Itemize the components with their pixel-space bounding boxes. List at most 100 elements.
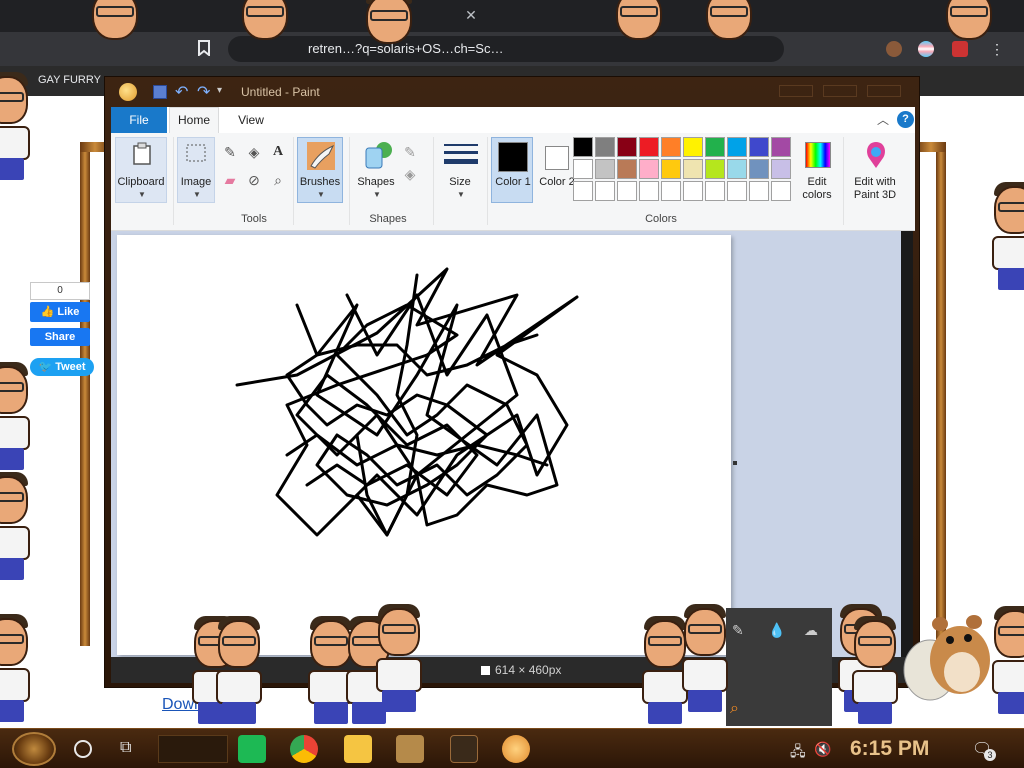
magnifier-icon[interactable]: ⌕ xyxy=(269,171,287,189)
tray-icon-cloud[interactable]: ☁ xyxy=(804,622,818,639)
fill-shape-icon[interactable]: ◈ xyxy=(401,165,419,183)
vertical-scrollbar[interactable] xyxy=(901,231,913,657)
quick-access-menu-icon[interactable]: ▾ xyxy=(217,85,222,96)
palette-swatch[interactable] xyxy=(573,137,593,157)
chevron-down-icon: ▼ xyxy=(317,190,325,199)
paint-icon[interactable] xyxy=(502,735,530,763)
palette-swatch[interactable] xyxy=(705,159,725,179)
volume-muted-icon[interactable]: 🔇 xyxy=(814,741,831,758)
palette-swatch[interactable] xyxy=(705,137,725,157)
color1-swatch xyxy=(498,142,528,172)
palette-swatch[interactable] xyxy=(595,181,615,201)
palette-swatch[interactable] xyxy=(595,159,615,179)
palette-swatch[interactable] xyxy=(617,181,637,201)
color1-button[interactable]: Color 1 xyxy=(491,137,533,203)
save-icon[interactable] xyxy=(153,85,167,99)
tweet-button[interactable]: 🐦 Tweet xyxy=(30,358,94,376)
palette-swatch[interactable] xyxy=(727,181,747,201)
palette-swatch[interactable] xyxy=(749,159,769,179)
size-button[interactable]: Size ▼ xyxy=(437,137,483,203)
palette-swatch[interactable] xyxy=(683,137,703,157)
palette-swatch[interactable] xyxy=(639,137,659,157)
close-button[interactable] xyxy=(867,85,901,97)
spotify-like-app-icon[interactable] xyxy=(238,735,266,763)
cortana-button[interactable] xyxy=(74,740,92,758)
palette-swatch[interactable] xyxy=(639,181,659,201)
bookmark-icon[interactable] xyxy=(198,40,214,58)
edit-colors-button[interactable]: Edit colors xyxy=(795,137,839,203)
palette-swatch[interactable] xyxy=(573,159,593,179)
palette-swatch[interactable] xyxy=(683,159,703,179)
tray-icon-drop[interactable]: 💧 xyxy=(768,622,785,639)
cartoon-character xyxy=(0,612,36,722)
hamster-image xyxy=(903,615,990,701)
palette-swatch[interactable] xyxy=(617,137,637,157)
shapes-button[interactable]: Shapes ▼ xyxy=(353,137,399,203)
cartoon-character xyxy=(370,602,428,712)
eraser-icon[interactable]: ▰ xyxy=(221,171,239,189)
image-button[interactable]: Image ▼ xyxy=(177,137,215,203)
palette-swatch[interactable] xyxy=(595,137,615,157)
palette-swatch[interactable] xyxy=(617,159,637,179)
collapse-ribbon-icon[interactable]: ︿ xyxy=(877,111,889,128)
group-separator xyxy=(349,137,350,225)
drawing-canvas[interactable] xyxy=(117,235,731,655)
color2-swatch xyxy=(545,146,569,170)
share-button[interactable]: Share xyxy=(30,328,90,346)
outline-icon[interactable]: ✎ xyxy=(401,143,419,161)
maximize-button[interactable] xyxy=(823,85,857,97)
taskbar: ⧉ 🖧 🔇 6:15 PM 🗨 3 xyxy=(0,728,1024,768)
palette-swatch[interactable] xyxy=(661,181,681,201)
paint-titlebar[interactable]: ↶ ↷ ▾ Untitled - Paint xyxy=(105,77,919,107)
palette-swatch[interactable] xyxy=(683,181,703,201)
palette-swatch[interactable] xyxy=(771,159,791,179)
palette-swatch[interactable] xyxy=(661,159,681,179)
app-icon[interactable] xyxy=(396,735,424,763)
color-picker-icon[interactable]: ⊘ xyxy=(245,171,263,189)
tab-file[interactable]: File xyxy=(111,107,167,133)
clock[interactable]: 6:15 PM xyxy=(850,737,929,761)
tab-view[interactable]: View xyxy=(231,107,271,133)
pencil-icon[interactable]: ✎ xyxy=(221,143,239,161)
help-icon[interactable]: ? xyxy=(897,111,914,128)
task-view-icon[interactable]: ⧉ xyxy=(120,739,131,757)
palette-swatch[interactable] xyxy=(727,159,747,179)
taskbar-search-area[interactable] xyxy=(158,735,228,763)
fill-icon[interactable]: ◈ xyxy=(245,143,263,161)
bookmark-item[interactable]: GAY FURRY xyxy=(38,74,101,86)
canvas-resize-handle[interactable] xyxy=(733,461,737,465)
palette-swatch[interactable] xyxy=(639,159,659,179)
color2-button[interactable]: Color 2 xyxy=(535,137,577,203)
palette-swatch[interactable] xyxy=(661,137,681,157)
cartoon-character xyxy=(0,360,36,470)
decorative-pipe xyxy=(936,146,946,646)
text-icon[interactable]: A xyxy=(269,143,287,161)
app-icon[interactable] xyxy=(450,735,478,763)
extension-flag-icon[interactable] xyxy=(918,41,934,57)
palette-swatch[interactable] xyxy=(727,137,747,157)
brushes-button[interactable]: Brushes ▼ xyxy=(297,137,343,203)
chrome-icon[interactable] xyxy=(290,735,318,763)
cartoon-character xyxy=(986,180,1024,290)
start-button[interactable] xyxy=(12,732,56,766)
palette-swatch[interactable] xyxy=(749,181,769,201)
palette-swatch[interactable] xyxy=(705,181,725,201)
like-button[interactable]: 👍 Like xyxy=(30,302,90,322)
paint-app-icon[interactable] xyxy=(119,83,137,101)
palette-swatch[interactable] xyxy=(749,137,769,157)
edit-with-paint3d-button[interactable]: Edit with Paint 3D xyxy=(845,137,905,203)
profile-avatar-icon[interactable] xyxy=(886,41,902,57)
palette-swatch[interactable] xyxy=(771,137,791,157)
cartoon-character xyxy=(846,614,904,724)
tab-close-button[interactable]: ✕ xyxy=(462,6,480,24)
palette-swatch[interactable] xyxy=(771,181,791,201)
file-explorer-icon[interactable] xyxy=(344,735,372,763)
redo-icon[interactable]: ↷ xyxy=(197,82,210,102)
tab-home[interactable]: Home xyxy=(169,107,219,133)
clipboard-button[interactable]: Clipboard ▼ xyxy=(115,137,167,203)
undo-icon[interactable]: ↶ xyxy=(175,82,188,102)
scribble-drawing xyxy=(235,267,579,537)
minimize-button[interactable] xyxy=(779,85,813,97)
network-icon[interactable]: 🖧 xyxy=(790,741,806,765)
palette-swatch[interactable] xyxy=(573,181,593,201)
